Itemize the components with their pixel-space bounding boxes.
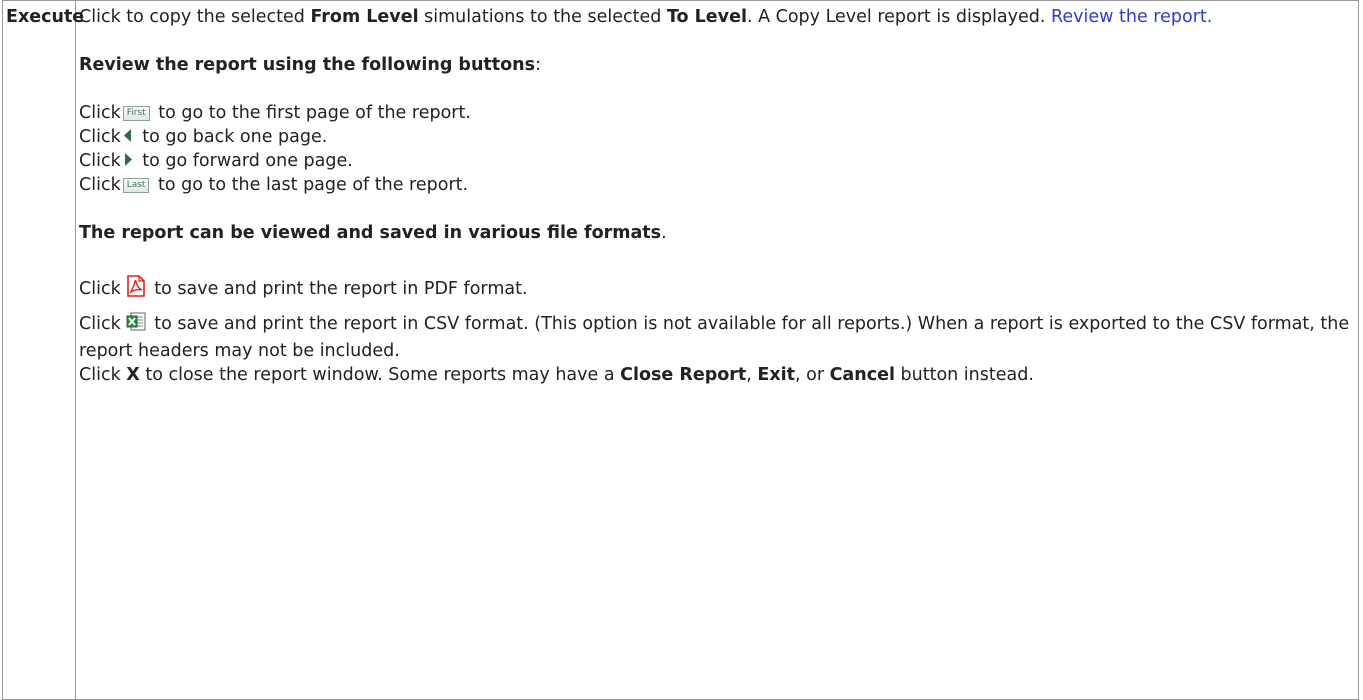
table-row: Execute Click to copy the selected From … — [2, 0, 1359, 700]
close-item: Click X to close the report window. Some… — [79, 365, 1034, 385]
help-table: Execute Click to copy the selected From … — [2, 0, 1359, 700]
nav-item-next: Click to go forward one page. — [79, 149, 353, 173]
nav-item-previous: Click to go back one page. — [79, 125, 328, 149]
pdf-item: Click to save and print the report in PD… — [79, 275, 1352, 304]
csv-icon[interactable] — [126, 312, 146, 339]
close-report-term: Close Report — [620, 365, 747, 385]
from-level-term: From Level — [310, 7, 419, 27]
exit-term: Exit — [757, 365, 795, 385]
x-term: X — [126, 365, 140, 385]
first-button-icon[interactable]: First — [122, 106, 150, 121]
review-heading: Review the report using the following bu… — [79, 55, 541, 75]
cancel-term: Cancel — [829, 365, 895, 385]
field-description: Click to copy the selected From Level si… — [75, 0, 1359, 700]
intro-paragraph: Click to copy the selected From Level si… — [79, 7, 1213, 27]
review-report-link[interactable]: Review the report. — [1051, 7, 1212, 27]
field-label: Execute — [2, 0, 84, 700]
nav-item-last: Click Last to go to the last page of the … — [79, 175, 469, 195]
pdf-icon[interactable] — [126, 275, 146, 304]
to-level-term: To Level — [666, 7, 747, 27]
last-button-icon[interactable]: Last — [122, 178, 150, 193]
formats-heading: The report can be viewed and saved in va… — [79, 223, 667, 243]
nav-item-first: Click First to go to the first page of th… — [79, 103, 471, 123]
arrow-left-icon[interactable] — [123, 125, 132, 149]
csv-item: Click to save and print the report in CS… — [79, 312, 1350, 361]
arrow-right-icon[interactable] — [124, 149, 132, 173]
